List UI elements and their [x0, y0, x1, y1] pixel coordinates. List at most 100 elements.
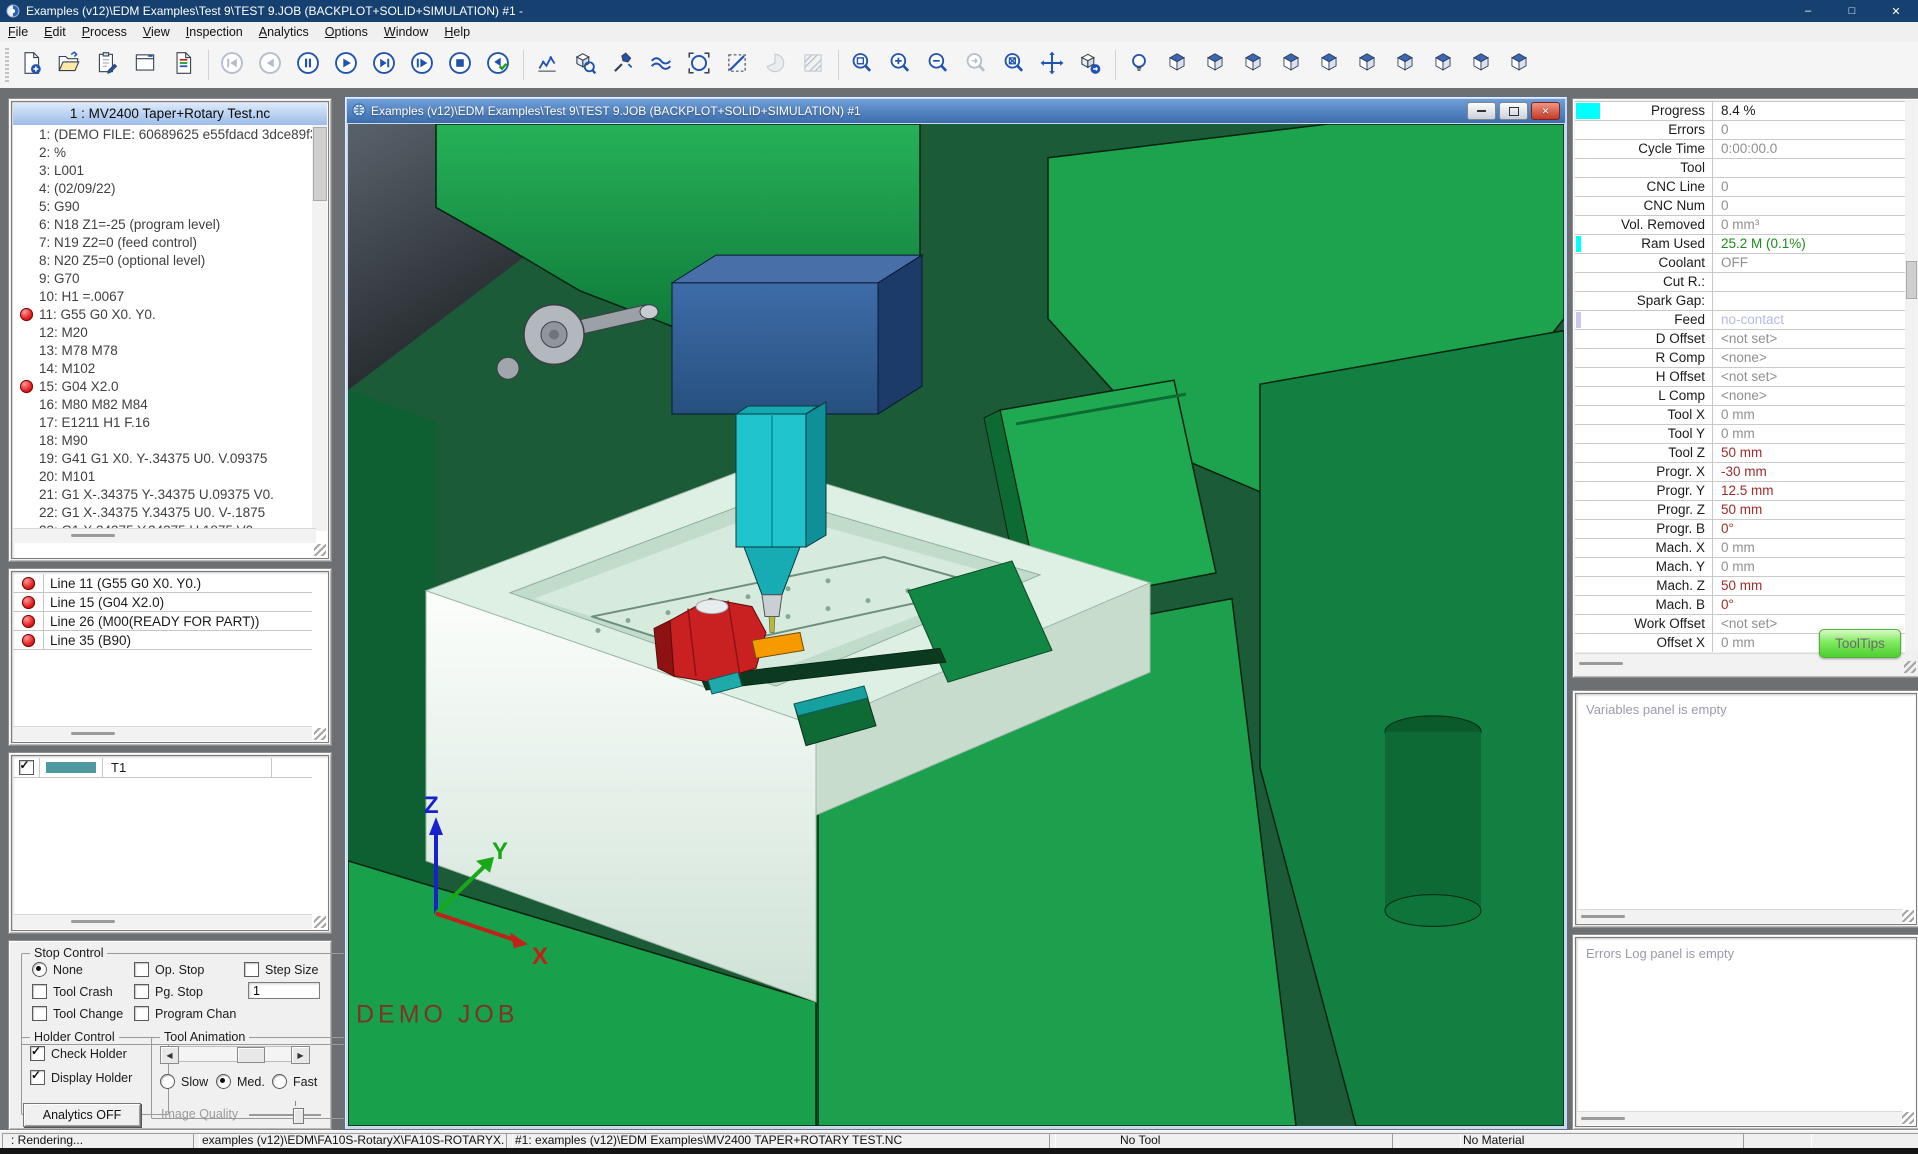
- nc-horizontal-scrollbar[interactable]: [13, 528, 316, 543]
- nc-line[interactable]: 5: G90: [13, 197, 317, 215]
- status-vertical-scrollbar[interactable]: [1905, 101, 1917, 651]
- speed-fast-radio[interactable]: Fast: [272, 1074, 317, 1089]
- analytics-graph-button[interactable]: [532, 50, 562, 80]
- nc-line[interactable]: 15: G04 X2.0: [13, 377, 317, 395]
- reset-check-button[interactable]: [483, 50, 513, 80]
- nc-line[interactable]: 11: G55 G0 X0. Y0.: [13, 305, 317, 323]
- nc-line[interactable]: 2: %: [13, 143, 317, 161]
- pan-view-button[interactable]: [1037, 50, 1067, 80]
- minimize-button[interactable]: –: [1786, 0, 1830, 22]
- tool-visible-checkbox[interactable]: [19, 760, 34, 775]
- breakpoint-row[interactable]: Line 11 (G55 G0 X0. Y0.): [13, 574, 312, 593]
- pause-button[interactable]: [293, 50, 323, 80]
- speed-slow-radio[interactable]: Slow: [160, 1074, 208, 1089]
- nc-line[interactable]: 3: L001: [13, 161, 317, 179]
- op-stop-checkbox[interactable]: Op. Stop: [134, 962, 204, 977]
- view-iso-3-button[interactable]: [1238, 50, 1268, 80]
- mdi-minimize-button[interactable]: [1467, 102, 1496, 120]
- section-hatch-button[interactable]: [798, 50, 828, 80]
- nc-line[interactable]: 12: M20: [13, 323, 317, 341]
- resize-grip[interactable]: [314, 728, 326, 740]
- program-chan-checkbox[interactable]: Program Chan: [134, 1006, 236, 1021]
- zoom-extents-button[interactable]: [999, 50, 1029, 80]
- inspect-solid-button[interactable]: [570, 50, 600, 80]
- nc-line[interactable]: 21: G1 X-.34375 Y-.34375 U.09375 V0.: [13, 485, 317, 503]
- breakpoints-horizontal-scrollbar[interactable]: [13, 726, 312, 741]
- open-program-button[interactable]: [54, 50, 84, 80]
- variables-horizontal-scrollbar[interactable]: [1577, 909, 1902, 923]
- menu-help[interactable]: Help: [436, 23, 478, 41]
- nc-vertical-scrollbar[interactable]: [312, 125, 327, 531]
- view-right-button[interactable]: [1352, 50, 1382, 80]
- menu-view[interactable]: View: [135, 23, 178, 41]
- program-report-button[interactable]: [168, 50, 198, 80]
- capture-circle-button[interactable]: [684, 50, 714, 80]
- resize-grip[interactable]: [314, 916, 326, 928]
- mdi-close-button[interactable]: ✕: [1531, 102, 1560, 120]
- view-bottom-button[interactable]: [1466, 50, 1496, 80]
- resize-grip[interactable]: [1904, 661, 1916, 673]
- nc-line[interactable]: 9: G70: [13, 269, 317, 287]
- view-left-button[interactable]: [1428, 50, 1458, 80]
- nc-line[interactable]: 7: N19 Z2=0 (feed control): [13, 233, 317, 251]
- animation-speed-scrollbar[interactable]: ◀ ▶: [160, 1046, 310, 1062]
- breakpoint-icon[interactable]: [20, 308, 33, 321]
- display-holder-checkbox[interactable]: Display Holder: [30, 1070, 132, 1085]
- view-iso-1-button[interactable]: [1162, 50, 1192, 80]
- check-holder-checkbox[interactable]: Check Holder: [30, 1046, 127, 1061]
- capture-off-button[interactable]: [722, 50, 752, 80]
- nc-line[interactable]: 4: (02/09/22): [13, 179, 317, 197]
- nc-line[interactable]: 10: H1 =.0067: [13, 287, 317, 305]
- zoom-previous-button[interactable]: [961, 50, 991, 80]
- menu-window[interactable]: Window: [376, 23, 436, 41]
- view-back-button[interactable]: [1390, 50, 1420, 80]
- close-button[interactable]: ✕: [1874, 0, 1918, 22]
- tool-crash-checkbox[interactable]: Tool Crash: [32, 984, 113, 999]
- resize-grip[interactable]: [314, 544, 326, 556]
- rewind-to-start-button[interactable]: [217, 50, 247, 80]
- nc-line[interactable]: 1: (DEMO FILE: 60689625 e55fdacd 3dce89f…: [13, 125, 317, 143]
- zoom-window-button[interactable]: [847, 50, 877, 80]
- breakpoint-row[interactable]: Line 26 (M00(READY FOR PART)): [13, 612, 312, 631]
- resize-grip[interactable]: [1902, 1112, 1914, 1124]
- menu-options[interactable]: Options: [317, 23, 376, 41]
- menu-inspection[interactable]: Inspection: [178, 23, 251, 41]
- light-options-button[interactable]: [1124, 50, 1154, 80]
- nc-line[interactable]: 17: E1211 H1 F.16: [13, 413, 317, 431]
- simulation-window-title-bar[interactable]: Examples (v12)\EDM Examples\Test 9\TEST …: [347, 99, 1565, 123]
- view-top-button[interactable]: [1276, 50, 1306, 80]
- tool-change-checkbox[interactable]: Tool Change: [32, 1006, 123, 1021]
- breakpoint-icon[interactable]: [20, 380, 33, 393]
- resize-grip[interactable]: [1902, 910, 1914, 922]
- step-size-input[interactable]: [248, 982, 320, 999]
- nc-line[interactable]: 20: M101: [13, 467, 317, 485]
- analytics-toggle-button[interactable]: Analytics OFF: [23, 1103, 141, 1127]
- tooltips-button[interactable]: ToolTips: [1819, 629, 1901, 658]
- pg-stop-checkbox[interactable]: Pg. Stop: [134, 984, 203, 999]
- nc-line[interactable]: 14: M102: [13, 359, 317, 377]
- pie-report-button[interactable]: [760, 50, 790, 80]
- new-window-button[interactable]: [130, 50, 160, 80]
- tools-horizontal-scrollbar[interactable]: [13, 914, 312, 929]
- measure-tools-button[interactable]: [608, 50, 638, 80]
- wire-waves-button[interactable]: [646, 50, 676, 80]
- view-iso-4-button[interactable]: [1504, 50, 1534, 80]
- viewport-3d-scene[interactable]: Z Y X DEMO JOB: [348, 124, 1564, 1126]
- breakpoint-row[interactable]: Line 35 (B90): [13, 631, 312, 650]
- zoom-out-button[interactable]: [923, 50, 953, 80]
- maximize-button[interactable]: □: [1830, 0, 1874, 22]
- step-backward-button[interactable]: [255, 50, 285, 80]
- nc-line[interactable]: 18: M90: [13, 431, 317, 449]
- mdi-restore-button[interactable]: [1499, 102, 1528, 120]
- tool-row[interactable]: T1: [13, 758, 312, 778]
- step-size-checkbox[interactable]: Step Size: [244, 962, 319, 977]
- menu-process[interactable]: Process: [74, 23, 135, 41]
- export-view-button[interactable]: [1075, 50, 1105, 80]
- nc-program-title[interactable]: 1 : MV2400 Taper+Rotary Test.nc: [13, 103, 327, 126]
- run-to-point-button[interactable]: [407, 50, 437, 80]
- toolbar-grip[interactable]: [5, 48, 9, 82]
- nc-line[interactable]: 6: N18 Z1=-25 (program level): [13, 215, 317, 233]
- menu-edit[interactable]: Edit: [36, 23, 74, 41]
- edit-program-button[interactable]: [92, 50, 122, 80]
- view-front-button[interactable]: [1314, 50, 1344, 80]
